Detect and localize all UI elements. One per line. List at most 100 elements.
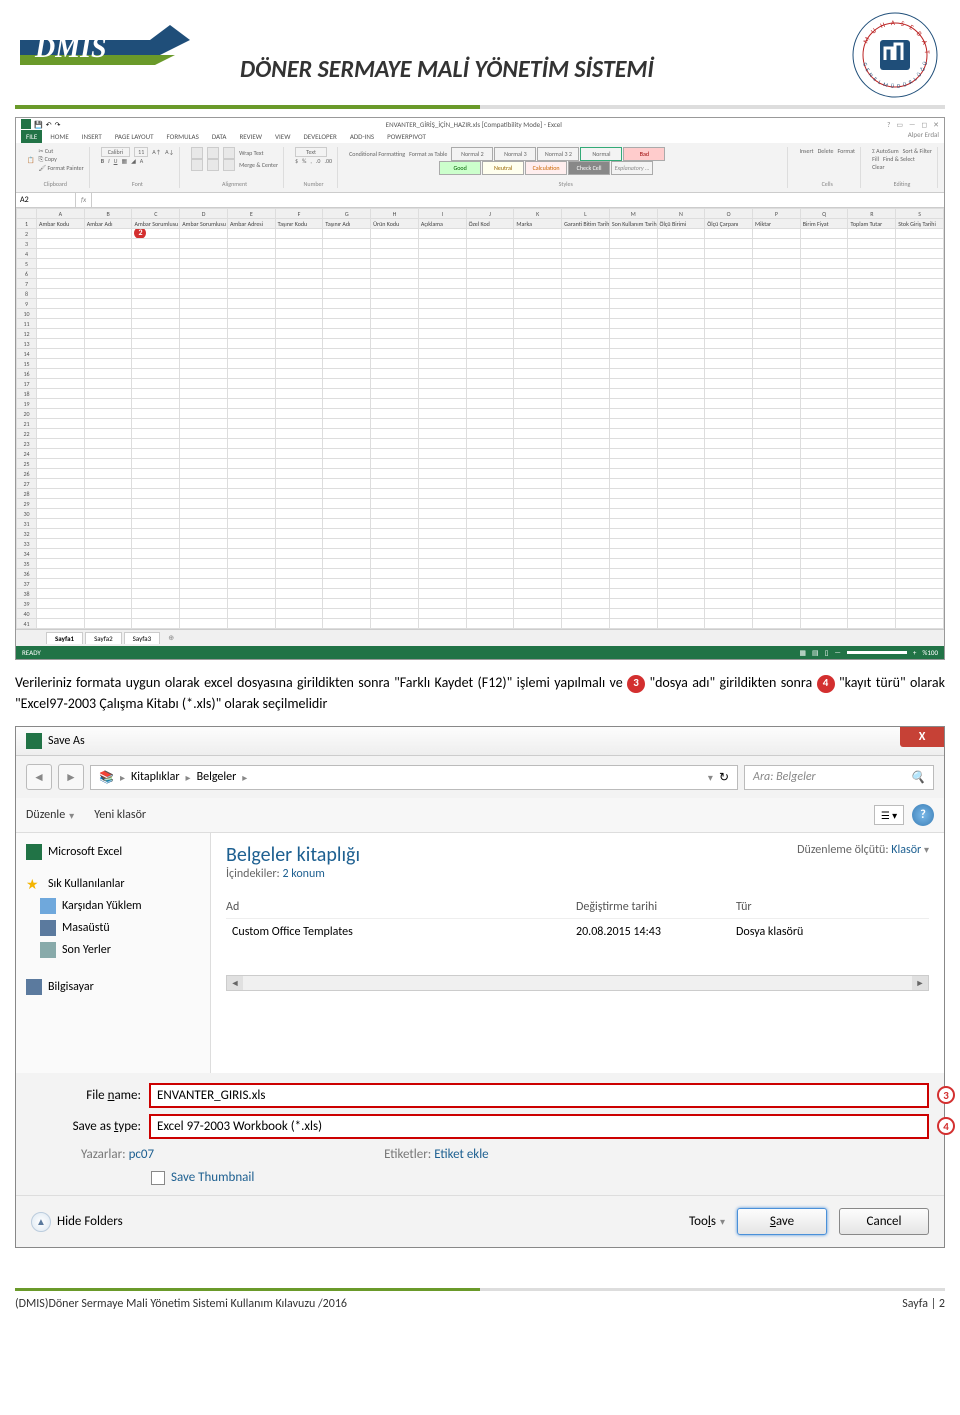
col-type[interactable]: Tür [736,900,929,914]
thumbnail-checkbox[interactable] [151,1171,165,1185]
sheet-tab-3[interactable]: Sayfa3 [124,632,161,644]
location-count-link[interactable]: 2 konum [282,867,324,881]
wrap-text-button[interactable]: Wrap Text [239,149,263,157]
breadcrumb[interactable]: 📚 ▸ Kitaplıklar ▸ Belgeler ▸ ▾ ↻ [90,765,738,790]
format-as-table-button[interactable]: Format as Table [409,150,447,158]
font-color-button[interactable]: A [140,157,143,165]
align-left-icon[interactable] [191,159,203,171]
cut-button[interactable]: ✂ Cut [38,147,83,155]
find-select-button[interactable]: Find & Select [883,155,915,163]
tab-insert[interactable]: INSERT [77,130,107,143]
nav-favorites[interactable]: ★Sık Kullanılanlar [20,873,206,895]
underline-button[interactable]: U [114,157,118,165]
tab-addins[interactable]: ADD-INS [345,130,379,143]
tab-powerpivot[interactable]: POWERPIVOT [382,130,431,143]
cancel-button[interactable]: Cancel [839,1208,929,1235]
file-row[interactable]: Custom Office Templates 20.08.2015 14:43… [226,919,929,945]
style-calculation[interactable]: Calculation [525,161,567,175]
insert-button[interactable]: Insert [799,147,813,155]
new-folder-button[interactable]: Yeni klasör [94,808,146,822]
nav-computer[interactable]: Bilgisayar [20,976,206,998]
authors-value[interactable]: pc07 [129,1147,155,1162]
breadcrumb-2[interactable]: Belgeler [197,770,237,784]
format-painter-button[interactable]: 🖌 Format Painter [38,164,83,172]
nav-excel[interactable]: Microsoft Excel [20,841,206,863]
tab-file[interactable]: FILE [21,130,42,143]
sheet-tab-2[interactable]: Sayfa2 [85,632,122,644]
organize-button[interactable]: Düzenle ▾ [26,808,74,822]
tab-data[interactable]: DATA [207,130,232,143]
zoom-slider[interactable] [847,651,907,654]
style-good[interactable]: Good [439,161,481,175]
arrange-value-button[interactable]: Klasör ▾ [891,843,929,857]
decrease-font-icon[interactable]: A↓ [165,148,174,156]
nav-back-button[interactable]: ◄ [26,764,52,790]
tags-value[interactable]: Etiket ekle [434,1147,488,1162]
nav-recent[interactable]: Son Yerler [20,939,206,961]
percent-icon[interactable]: % [302,157,306,165]
inc-decimal-icon[interactable]: .0 [316,157,321,165]
align-bot-icon[interactable] [223,147,235,159]
delete-button[interactable]: Delete [818,147,834,155]
autosum-button[interactable]: Σ AutoSum [872,147,899,155]
style-explanatory[interactable]: Explanatory ... [611,161,653,175]
border-button[interactable]: ▦ [121,157,127,165]
font-size[interactable]: 11 [134,147,148,157]
view-break-icon[interactable]: ▯ [825,648,829,657]
style-checkcell[interactable]: Check Cell [568,161,610,175]
help-icon[interactable]: ? [887,120,890,129]
col-date[interactable]: Değiştirme tarihi [576,900,736,914]
savetype-input[interactable]: Excel 97-2003 Workbook (*.xls) 4 ▾ [149,1114,929,1139]
breadcrumb-dropdown-icon[interactable]: ▾ [708,771,713,784]
name-box[interactable]: A2 [16,193,76,207]
sheet-tab-1[interactable]: Sayfa1 [46,632,83,644]
copy-button[interactable]: ⎘ Copy [38,155,83,164]
zoom-level[interactable]: %100 [922,648,938,657]
formula-input[interactable] [92,193,944,207]
conditional-formatting-button[interactable]: Conditional Formatting [349,150,405,158]
italic-button[interactable]: I [108,157,110,165]
style-neutral[interactable]: Neutral [482,161,524,175]
align-center-icon[interactable] [207,159,219,171]
fx-icon[interactable]: fx [76,193,92,207]
sort-filter-button[interactable]: Sort & Filter [903,147,932,155]
account-user[interactable]: Alper Erdal [908,130,939,143]
view-mode-button[interactable]: ☰ ▾ [874,805,904,825]
horizontal-scrollbar[interactable]: ◄ ► [226,975,929,991]
tab-home[interactable]: HOME [45,130,73,143]
nav-downloads[interactable]: Karşıdan Yüklem [20,895,206,917]
format-button[interactable]: Format [838,147,856,155]
fill-color-button[interactable]: ◢ [131,157,136,165]
search-input[interactable]: Ara: Belgeler 🔍 [744,765,934,790]
minimize-icon[interactable]: — [909,120,915,129]
tab-pagelayout[interactable]: PAGE LAYOUT [110,130,159,143]
style-normal32[interactable]: Normal 3 2 [537,147,579,161]
style-normal[interactable]: Normal [580,147,622,161]
bold-button[interactable]: B [101,157,104,165]
align-mid-icon[interactable] [207,147,219,159]
scroll-left-icon[interactable]: ◄ [227,976,243,990]
style-normal2[interactable]: Normal 2 [451,147,493,161]
hide-folders-button[interactable]: ▲ Hide Folders [31,1212,123,1232]
increase-font-icon[interactable]: A↑ [152,148,161,156]
nav-desktop[interactable]: Masaüstü [20,917,206,939]
dialog-close-button[interactable]: X [900,727,944,747]
undo-icon[interactable]: ↶ [46,120,52,129]
filename-input[interactable]: ENVANTER_GIRIS.xls 3 ▾ [149,1083,929,1108]
worksheet-grid[interactable]: ABCDEFGHIJKLMNOPQRS1Ambar KoduAmbar AdıA… [16,208,944,629]
fill-button[interactable]: Fill [872,155,879,163]
view-normal-icon[interactable]: ▦ [799,648,806,657]
align-top-icon[interactable] [191,147,203,159]
dec-decimal-icon[interactable]: .00 [324,157,332,165]
tab-formulas[interactable]: FORMULAS [162,130,204,143]
tab-view[interactable]: VIEW [270,130,295,143]
zoom-out-icon[interactable]: — [835,648,841,657]
font-name[interactable]: Calibri [101,147,130,157]
style-normal3[interactable]: Normal 3 [494,147,536,161]
col-name[interactable]: Ad [226,900,576,914]
maximize-icon[interactable]: ◻ [921,120,927,129]
clear-button[interactable]: Clear [872,163,885,171]
view-layout-icon[interactable]: ▤ [812,648,819,657]
ribbon-options-icon[interactable]: ▭ [896,120,903,129]
comma-icon[interactable]: , [310,157,312,165]
